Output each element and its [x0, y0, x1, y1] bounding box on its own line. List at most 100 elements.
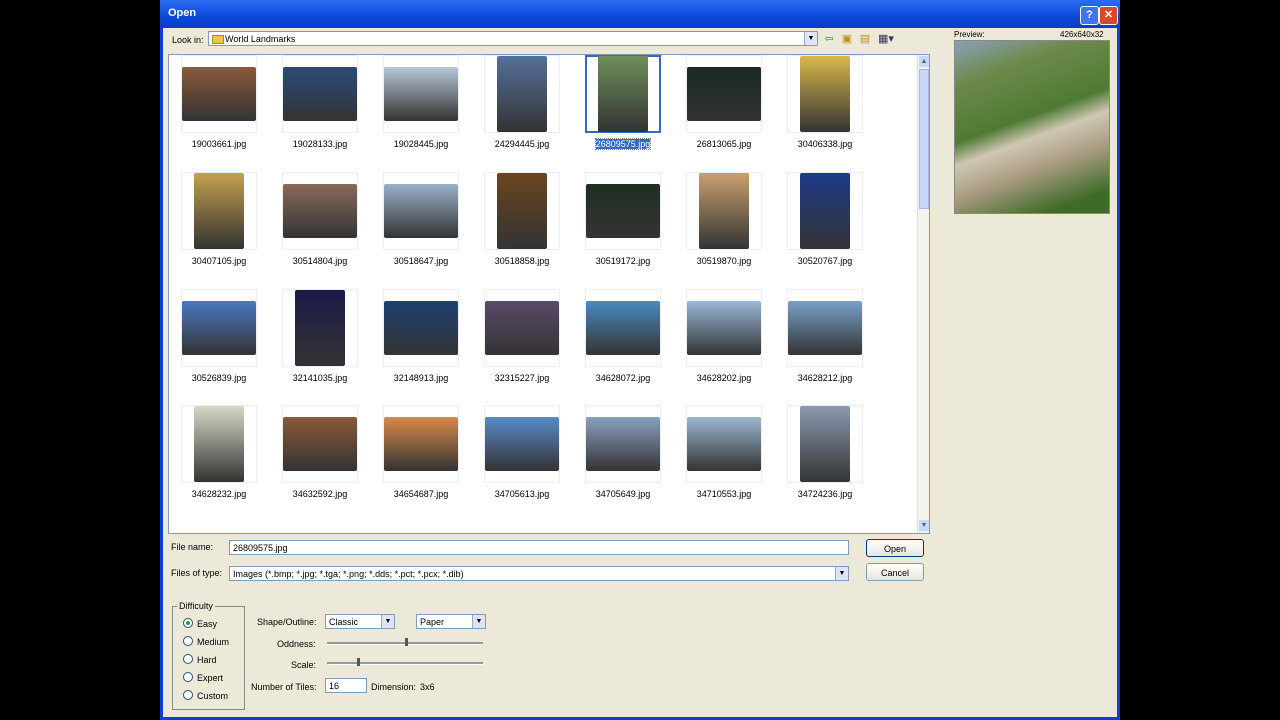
shape-select[interactable]: Classic ▼	[325, 614, 395, 629]
difficulty-radio-expert[interactable]	[183, 672, 193, 682]
file-thumbnail-item[interactable]: 26809575.jpg	[585, 55, 661, 155]
chevron-down-icon[interactable]: ▼	[804, 32, 817, 45]
thumbnail-frame[interactable]	[383, 405, 459, 483]
difficulty-radio-custom[interactable]	[183, 690, 193, 700]
file-thumbnail-item[interactable]: 30407105.jpg	[181, 172, 257, 272]
filename-input[interactable]	[229, 540, 849, 555]
tiles-input[interactable]	[325, 678, 367, 693]
difficulty-label-custom[interactable]: Custom	[197, 691, 228, 701]
thumbnail-frame[interactable]	[181, 55, 257, 133]
file-thumbnail-item[interactable]: 34710553.jpg	[686, 405, 762, 505]
thumbnail-frame[interactable]	[585, 172, 661, 250]
difficulty-label-easy[interactable]: Easy	[197, 619, 217, 629]
file-thumbnail-item[interactable]: 34654687.jpg	[383, 405, 459, 505]
help-button[interactable]: ?	[1080, 6, 1099, 25]
chevron-down-icon[interactable]: ▼	[835, 567, 848, 580]
thumbnail-frame[interactable]	[686, 172, 762, 250]
file-thumbnail-item[interactable]: 34628072.jpg	[585, 289, 661, 389]
scroll-thumb[interactable]	[919, 69, 929, 209]
thumbnail-frame[interactable]	[787, 289, 863, 367]
file-thumbnail-item[interactable]: 32141035.jpg	[282, 289, 358, 389]
scale-slider-knob[interactable]	[357, 658, 360, 666]
vertical-scrollbar[interactable]: ▲ ▼	[917, 55, 929, 533]
thumbnail-image	[182, 67, 256, 121]
open-button[interactable]: Open	[866, 539, 924, 557]
thumbnail-frame[interactable]	[181, 405, 257, 483]
file-thumbnail-item[interactable]: 30520767.jpg	[787, 172, 863, 272]
file-thumbnail-item[interactable]: 30406338.jpg	[787, 55, 863, 155]
difficulty-radio-easy[interactable]	[183, 618, 193, 628]
title-bar[interactable]: Open ? ✕	[160, 0, 1120, 28]
outline-select[interactable]: Paper ▼	[416, 614, 486, 629]
file-thumbnail-item[interactable]: 19028133.jpg	[282, 55, 358, 155]
thumbnail-image	[497, 56, 547, 132]
thumbnail-frame[interactable]	[282, 289, 358, 367]
file-thumbnail-item[interactable]: 34705649.jpg	[585, 405, 661, 505]
thumbnail-frame[interactable]	[484, 289, 560, 367]
chevron-down-icon[interactable]: ▼	[472, 615, 485, 628]
chevron-down-icon[interactable]: ▼	[381, 615, 394, 628]
file-thumbnail-item[interactable]: 34724236.jpg	[787, 405, 863, 505]
thumbnail-frame[interactable]	[585, 55, 661, 133]
file-thumbnail-item[interactable]: 30519172.jpg	[585, 172, 661, 272]
lookin-combo[interactable]: World Landmarks ▼	[208, 31, 818, 46]
file-thumbnail-item[interactable]: 30518858.jpg	[484, 172, 560, 272]
close-button[interactable]: ✕	[1099, 6, 1118, 25]
thumbnail-frame[interactable]	[383, 172, 459, 250]
view-menu-icon[interactable]: ▦▾	[877, 33, 895, 45]
file-thumbnail-item[interactable]: 32315227.jpg	[484, 289, 560, 389]
file-list-view[interactable]: 19003661.jpg 19028133.jpg 19028445.jpg 2429…	[168, 54, 930, 534]
cancel-button[interactable]: Cancel	[866, 563, 924, 581]
thumbnail-frame[interactable]	[282, 405, 358, 483]
thumbnail-frame[interactable]	[484, 172, 560, 250]
thumbnail-image	[283, 417, 357, 471]
difficulty-radio-hard[interactable]	[183, 654, 193, 664]
file-thumbnail-item[interactable]: 34632592.jpg	[282, 405, 358, 505]
tiles-label: Number of Tiles:	[251, 682, 317, 692]
back-icon[interactable]: ⇦	[823, 33, 835, 45]
difficulty-label-hard[interactable]: Hard	[197, 655, 217, 665]
difficulty-radio-medium[interactable]	[183, 636, 193, 646]
difficulty-label-medium[interactable]: Medium	[197, 637, 229, 647]
thumbnail-frame[interactable]	[484, 405, 560, 483]
file-thumbnail-item[interactable]: 26813065.jpg	[686, 55, 762, 155]
file-thumbnail-item[interactable]: 30518647.jpg	[383, 172, 459, 272]
thumbnail-frame[interactable]	[686, 55, 762, 133]
new-folder-icon[interactable]: ▤	[859, 33, 871, 45]
file-name-label: 32141035.jpg	[292, 373, 348, 383]
file-thumbnail-item[interactable]: 32148913.jpg	[383, 289, 459, 389]
file-thumbnail-item[interactable]: 34628202.jpg	[686, 289, 762, 389]
file-thumbnail-item[interactable]: 19003661.jpg	[181, 55, 257, 155]
difficulty-label-expert[interactable]: Expert	[197, 673, 223, 683]
thumbnail-frame[interactable]	[686, 289, 762, 367]
thumbnail-frame[interactable]	[383, 55, 459, 133]
file-thumbnail-item[interactable]: 34628232.jpg	[181, 405, 257, 505]
file-thumbnail-item[interactable]: 34705613.jpg	[484, 405, 560, 505]
file-thumbnail-item[interactable]: 24294445.jpg	[484, 55, 560, 155]
file-thumbnail-item[interactable]: 19028445.jpg	[383, 55, 459, 155]
thumbnail-frame[interactable]	[181, 289, 257, 367]
filetype-combo[interactable]: Images (*.bmp; *.jpg; *.tga; *.png; *.dd…	[229, 566, 849, 581]
up-folder-icon[interactable]: ▣	[841, 33, 853, 45]
scroll-up-arrow[interactable]: ▲	[919, 56, 929, 67]
oddness-slider-knob[interactable]	[405, 638, 408, 646]
thumbnail-frame[interactable]	[484, 55, 560, 133]
thumbnail-frame[interactable]	[585, 405, 661, 483]
thumbnail-frame[interactable]	[787, 55, 863, 133]
oddness-slider[interactable]	[327, 638, 483, 646]
thumbnail-frame[interactable]	[787, 172, 863, 250]
thumbnail-frame[interactable]	[585, 289, 661, 367]
scroll-down-arrow[interactable]: ▼	[919, 520, 929, 531]
file-thumbnail-item[interactable]: 30526839.jpg	[181, 289, 257, 389]
thumbnail-frame[interactable]	[383, 289, 459, 367]
scale-slider[interactable]	[327, 658, 483, 666]
thumbnail-frame[interactable]	[282, 55, 358, 133]
thumbnail-frame[interactable]	[686, 405, 762, 483]
file-thumbnail-item[interactable]: 30514804.jpg	[282, 172, 358, 272]
file-name-label: 19028445.jpg	[393, 139, 449, 149]
thumbnail-frame[interactable]	[181, 172, 257, 250]
thumbnail-frame[interactable]	[787, 405, 863, 483]
file-thumbnail-item[interactable]: 34628212.jpg	[787, 289, 863, 389]
thumbnail-frame[interactable]	[282, 172, 358, 250]
file-thumbnail-item[interactable]: 30519870.jpg	[686, 172, 762, 272]
